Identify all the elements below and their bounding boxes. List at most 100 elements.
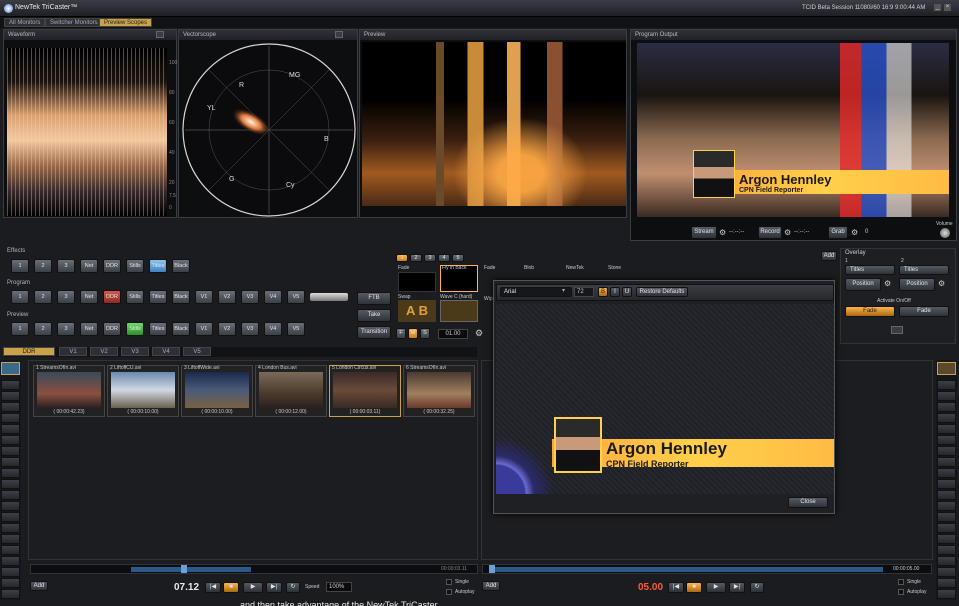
clip-item[interactable]: 4 London Bus.avi ( 00:00:12.00) [255,365,327,417]
close-button[interactable]: Close [788,497,828,508]
ddr2-single-checkbox[interactable] [898,579,904,585]
bin-slot[interactable] [937,556,956,566]
ddr-play-button[interactable]: ▶ [243,582,263,593]
bin-slot[interactable] [937,589,956,599]
ddr-scrubber[interactable]: 00:00:03.11 [30,564,478,574]
font-size-field[interactable]: 72 [574,287,594,297]
bin-slot[interactable] [937,578,956,588]
preview-source-v1[interactable]: V1 [195,322,213,336]
overlay-source-2[interactable]: Titles [899,265,949,275]
bin-slot[interactable] [1,490,20,500]
ddr-prev-button[interactable]: |◀ [205,582,221,593]
ddr-add-button[interactable]: Add [30,581,48,591]
program-source-v4[interactable]: V4 [264,290,282,304]
preview-source-v4[interactable]: V4 [264,322,282,336]
program-source-v1[interactable]: V1 [195,290,213,304]
t-bar[interactable] [310,293,348,301]
grab-config-icon[interactable]: ⚙ [851,228,858,237]
ddr2-next-button[interactable]: ▶| [729,582,745,593]
effects-source-net[interactable]: Net [80,259,98,273]
program-source-v2[interactable]: V2 [218,290,236,304]
bin-slot[interactable] [937,512,956,522]
preview-source-1[interactable]: 1 [11,322,29,336]
ddr2-scrubber[interactable]: 00:00:05.00 [482,564,932,574]
transition-thumb-wave[interactable] [440,300,478,322]
bold-button[interactable]: B [598,287,608,297]
title-editor-lower-third-photo[interactable] [554,417,602,473]
transition-thumb-fade[interactable] [398,272,436,292]
ddr2-stop-button[interactable]: ■ [686,582,702,593]
bin-slot[interactable] [937,391,956,401]
bin-slot[interactable] [937,457,956,467]
bin-slot[interactable] [937,435,956,445]
preview-source-v2[interactable]: V2 [218,322,236,336]
tab-preview-scopes[interactable]: Preview Scopes [99,18,153,27]
bin-slot[interactable] [937,468,956,478]
grab-button[interactable]: Grab [828,226,848,239]
preview-source-stills[interactable]: Stills [126,322,144,336]
clip-item[interactable]: 2 LiftoffCU.avi ( 00:00:10.00) [107,365,179,417]
effects-source-ddr[interactable]: DDR [103,259,121,273]
bin-slot[interactable] [1,567,20,577]
program-source-ddr[interactable]: DDR [103,290,121,304]
minimize-icon[interactable]: _ [934,4,941,11]
transition-config-icon[interactable]: ⚙ [475,328,483,339]
bin-slot[interactable] [1,402,20,412]
bin-slot[interactable] [937,501,956,511]
tab-ddr[interactable]: DDR [3,347,55,356]
bin-slot[interactable] [1,468,20,478]
tab-switcher-monitors[interactable]: Switcher Monitors [45,18,103,27]
bin-thumb-active[interactable] [1,362,20,375]
bin-slot[interactable] [937,413,956,423]
bin-slot[interactable] [937,380,956,390]
preview-source-titles[interactable]: Titles [149,322,167,336]
ddr2-play-button[interactable]: ▶ [706,582,726,593]
bin-slot[interactable] [1,556,20,566]
transition-button[interactable]: Transition [357,326,391,339]
bin-slot[interactable] [1,424,20,434]
title-editor-name[interactable]: Argon Hennley [606,439,727,459]
preview-source-3[interactable]: 3 [57,322,75,336]
effects-source-2[interactable]: 2 [34,259,52,273]
program-source-black[interactable]: Black [172,290,190,304]
preview-source-v5[interactable]: V5 [287,322,305,336]
clip-item[interactable]: 6 StreamsOfIn.avi ( 00:00:32.25) [403,365,475,417]
bin-slot[interactable] [937,490,956,500]
effects-source-titles[interactable]: Titles [149,259,167,273]
ddr-single-checkbox[interactable] [446,579,452,585]
bin-slot[interactable] [937,424,956,434]
restore-defaults-button[interactable]: Restore Defaults [636,287,688,297]
bin-slot[interactable] [1,523,20,533]
bin-slot[interactable] [1,578,20,588]
record-button[interactable]: Record [758,226,782,239]
program-source-titles[interactable]: Titles [149,290,167,304]
overlay-position-2-config-icon[interactable]: ⚙ [938,279,945,288]
overlay-add-button[interactable]: Add [821,251,837,261]
preview-source-ddr[interactable]: DDR [103,322,121,336]
overlay-fade-1[interactable]: Fade [845,306,895,317]
underline-button[interactable]: U [622,287,632,297]
overlay-fade-2[interactable]: Fade [899,306,949,317]
bin-slot[interactable] [937,402,956,412]
effects-source-3[interactable]: 3 [57,259,75,273]
ddr-stop-button[interactable]: ■ [223,582,239,593]
ddr2-loop-button[interactable]: ↻ [750,582,764,593]
bin-slot[interactable] [937,479,956,489]
transition-duration[interactable]: 01.00 [438,329,468,339]
transition-tab-3[interactable]: 3 [424,254,436,262]
effects-source-stills[interactable]: Stills [126,259,144,273]
bin-slot[interactable] [1,512,20,522]
scope-config-icon[interactable] [156,31,164,38]
program-source-2[interactable]: 2 [34,290,52,304]
bin-slot[interactable] [1,457,20,467]
effects-source-black[interactable]: Black [172,259,190,273]
bin-slot[interactable] [1,413,20,423]
preview-source-black[interactable]: Black [172,322,190,336]
tab-v2[interactable]: V2 [90,347,118,356]
tab-v4[interactable]: V4 [152,347,180,356]
ddr-speed-value[interactable]: 100% [326,582,352,592]
transition-tab-2[interactable]: 2 [410,254,422,262]
bin-slot[interactable] [1,446,20,456]
clip-item[interactable]: 3 LiftoffWide.avi ( 00:00:10.00) [181,365,253,417]
ddr2-playhead[interactable] [489,565,495,573]
